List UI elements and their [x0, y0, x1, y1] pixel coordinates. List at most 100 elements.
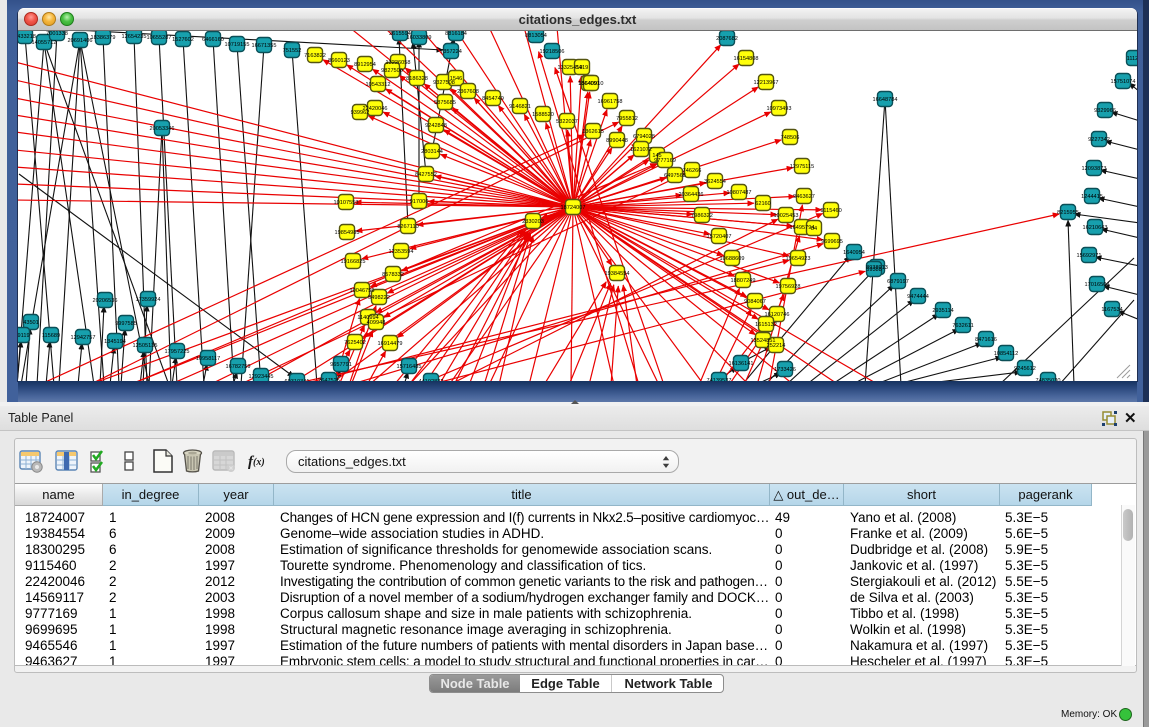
svg-text:1167534: 1167534 — [1101, 307, 1122, 313]
svg-text:1621072: 1621072 — [630, 147, 652, 153]
svg-text:5498222: 5498222 — [368, 295, 390, 301]
svg-text:17957225: 17957225 — [165, 349, 190, 355]
svg-text:17016504: 17016504 — [1085, 282, 1110, 288]
svg-text:10719155: 10719155 — [225, 42, 250, 48]
svg-text:2087682: 2087682 — [716, 36, 738, 42]
svg-text:5419: 5419 — [576, 65, 588, 71]
svg-text:16914479: 16914479 — [378, 341, 403, 347]
svg-text:18386379: 18386379 — [91, 35, 116, 41]
svg-text:9699695: 9699695 — [821, 239, 843, 245]
svg-text:9084067: 9084067 — [744, 299, 766, 305]
svg-text:10958117: 10958117 — [196, 356, 220, 362]
svg-text:8267110: 8267110 — [397, 224, 418, 230]
svg-text:16671355: 16671355 — [252, 43, 277, 49]
svg-text:7357224: 7357224 — [440, 49, 462, 55]
svg-text:3624554: 3624554 — [704, 179, 726, 185]
svg-text:2367608: 2367608 — [457, 89, 479, 95]
svg-text:17359924: 17359924 — [136, 297, 161, 303]
svg-text:1244415: 1244415 — [1081, 194, 1103, 200]
svg-text:20053346: 20053346 — [150, 126, 175, 132]
svg-text:19654923: 19654923 — [786, 256, 811, 262]
svg-text:10025453: 10025453 — [774, 213, 799, 219]
svg-text:10655287: 10655287 — [147, 35, 172, 41]
svg-text:1345194: 1345194 — [104, 339, 126, 345]
svg-text:19218506: 19218506 — [540, 49, 565, 55]
svg-text:252214: 252214 — [767, 343, 786, 349]
svg-text:7001338: 7001338 — [46, 31, 68, 37]
svg-text:5875685: 5875685 — [434, 100, 456, 106]
svg-text:15640910: 15640910 — [579, 81, 604, 87]
svg-text:10688609: 10688609 — [720, 256, 745, 262]
svg-text:9146821: 9146821 — [509, 104, 531, 110]
svg-text:8215955: 8215955 — [1057, 210, 1079, 216]
svg-text:20206536: 20206536 — [93, 298, 118, 304]
svg-text:9329966: 9329966 — [1094, 108, 1116, 114]
svg-text:(x): (x) — [253, 457, 265, 468]
svg-text:16210643: 16210643 — [1083, 225, 1108, 231]
svg-text:2803144: 2803144 — [421, 149, 443, 155]
svg-text:16648784: 16648784 — [873, 97, 898, 103]
svg-text:8427552: 8427552 — [415, 172, 437, 178]
svg-text:10107553: 10107553 — [334, 200, 359, 206]
svg-text:1733426: 1733426 — [774, 367, 796, 373]
svg-text:16154808: 16154808 — [734, 56, 759, 62]
svg-text:2330203: 2330203 — [522, 219, 544, 225]
svg-text:18807249: 18807249 — [731, 278, 756, 284]
svg-text:8813054: 8813054 — [525, 33, 547, 39]
svg-text:8912954: 8912954 — [354, 62, 376, 68]
svg-text:1546: 1546 — [450, 76, 462, 82]
svg-text:10854112: 10854112 — [994, 351, 1018, 357]
svg-text:12213967: 12213967 — [754, 80, 779, 86]
svg-text:19756928: 19756928 — [776, 284, 801, 290]
svg-text:84: 84 — [811, 226, 817, 232]
svg-text:9474444: 9474444 — [907, 294, 929, 300]
svg-text:8471616: 8471616 — [975, 337, 997, 343]
svg-text:9115460: 9115460 — [820, 208, 841, 214]
svg-text:1588520: 1588520 — [532, 112, 554, 118]
svg-text:43501: 43501 — [23, 320, 39, 326]
svg-text:16961758: 16961758 — [598, 99, 623, 105]
svg-text:115689: 115689 — [42, 333, 60, 339]
svg-text:9997585: 9997585 — [115, 321, 137, 327]
svg-text:7632611: 7632611 — [952, 323, 973, 329]
svg-text:7955812: 7955812 — [616, 116, 638, 122]
svg-text:39119: 39119 — [18, 333, 30, 339]
svg-text:9463627: 9463627 — [793, 194, 815, 200]
svg-text:939962: 939962 — [351, 110, 370, 116]
svg-text:15751074: 15751074 — [1111, 79, 1136, 85]
svg-text:8990448: 8990448 — [606, 138, 628, 144]
svg-text:10807487: 10807487 — [727, 190, 752, 196]
svg-text:10046756: 10046756 — [350, 288, 375, 294]
svg-text:15716485: 15716485 — [397, 364, 422, 370]
svg-text:2935114: 2935114 — [932, 308, 953, 314]
svg-text:8454749: 8454749 — [482, 96, 504, 102]
svg-text:1362615: 1362615 — [582, 129, 604, 135]
svg-text:15692971: 15692971 — [1077, 253, 1102, 259]
svg-text:59388: 59388 — [866, 267, 882, 273]
svg-text:18724007: 18724007 — [561, 205, 586, 211]
svg-text:1527602: 1527602 — [172, 37, 194, 43]
svg-text:10973493: 10973493 — [767, 106, 792, 112]
svg-text:9227342: 9227342 — [1088, 137, 1110, 143]
svg-text:8186328: 8186328 — [406, 76, 428, 82]
svg-text:6466160: 6466160 — [202, 37, 224, 43]
svg-text:12923445: 12923445 — [249, 374, 274, 380]
svg-text:9657791: 9657791 — [330, 362, 352, 368]
svg-text:1640954: 1640954 — [843, 250, 865, 256]
svg-text:6794028: 6794028 — [633, 134, 655, 140]
svg-text:12975115: 12975115 — [790, 164, 814, 170]
svg-text:9777169: 9777169 — [654, 158, 676, 164]
svg-text:9242848: 9242848 — [425, 123, 447, 129]
svg-text:62160: 62160 — [755, 201, 771, 207]
svg-text:19384554: 19384554 — [605, 271, 630, 277]
svg-text:16782759: 16782759 — [226, 364, 251, 370]
svg-text:12505135: 12505135 — [133, 343, 158, 349]
svg-text:13226058: 13226058 — [386, 60, 411, 66]
svg-text:9245612: 9245612 — [1014, 366, 1036, 372]
svg-text:748506: 748506 — [781, 135, 800, 141]
svg-text:7625402: 7625402 — [344, 340, 366, 346]
svg-text:12353594: 12353594 — [389, 249, 414, 255]
svg-text:409948: 409948 — [367, 320, 386, 326]
svg-text:20364436: 20364436 — [679, 192, 704, 198]
svg-text:5322037: 5322037 — [556, 119, 578, 125]
